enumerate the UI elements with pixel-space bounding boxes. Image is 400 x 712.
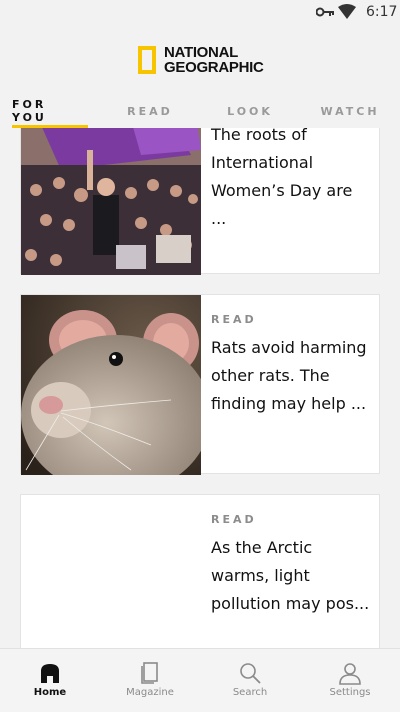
article-card[interactable]: READ Rats avoid harming other rats. The … [20,294,380,475]
rat-photo-image [21,295,201,475]
nav-home[interactable]: Home [0,649,100,712]
article-card[interactable]: The roots of International Women’s Day a… [20,128,380,275]
tab-watch[interactable]: WATCH [312,96,388,126]
nav-label: Settings [329,687,371,698]
nav-search[interactable]: Search [200,649,300,712]
wifi-icon [338,4,356,19]
nat-geo-logo: NATIONAL GEOGRAPHIC [138,42,264,78]
nav-magazine[interactable]: Magazine [100,649,200,712]
article-thumbnail [21,295,201,475]
logo-line-2: GEOGRAPHIC [164,59,264,76]
bottom-navigation: Home Magazine Search Settings [0,648,400,712]
article-category: READ [211,513,257,526]
nav-label: Magazine [126,687,174,698]
home-icon [41,664,59,683]
article-category: READ [211,313,257,326]
status-time: 6:17 [366,4,398,20]
nav-settings[interactable]: Settings [300,649,400,712]
tab-label: WATCH [320,104,380,118]
magazine-icon [141,662,158,684]
article-headline: The roots of International Women’s Day a… [211,128,353,228]
tab-read[interactable]: READ [112,96,188,126]
nav-label: Home [33,687,67,698]
article-card[interactable]: READ As the Arctic warms, light pollutio… [20,494,380,648]
article-text: READ As the Arctic warms, light pollutio… [211,513,371,618]
tab-label: READ [127,104,173,118]
article-thumbnail-placeholder [21,495,201,648]
tab-for-you[interactable]: FOR YOU [12,96,88,128]
feed-list[interactable]: The roots of International Women’s Day a… [0,128,400,648]
status-bar: 6:17 [0,0,400,24]
section-tabs: FOR YOU READ LOOK WATCH [0,96,400,128]
article-headline: Rats avoid harming other rats. The findi… [211,338,367,413]
logo-line-1: NATIONAL [164,44,238,61]
yellow-frame-icon [138,46,156,74]
tab-look[interactable]: LOOK [212,96,288,126]
article-headline: As the Arctic warms, light pollution may… [211,538,370,613]
protest-crowd-image [21,128,201,275]
tab-label: LOOK [227,104,273,118]
search-icon [240,663,261,684]
logo-wordmark: NATIONAL GEOGRAPHIC [164,45,264,75]
article-text: The roots of International Women’s Day a… [211,128,371,233]
article-thumbnail [21,128,201,275]
nav-label: Search [232,687,268,698]
vpn-key-icon [316,7,334,17]
settings-icon [339,663,361,685]
article-text: READ Rats avoid harming other rats. The … [211,313,371,418]
tab-label: FOR YOU [12,98,47,124]
